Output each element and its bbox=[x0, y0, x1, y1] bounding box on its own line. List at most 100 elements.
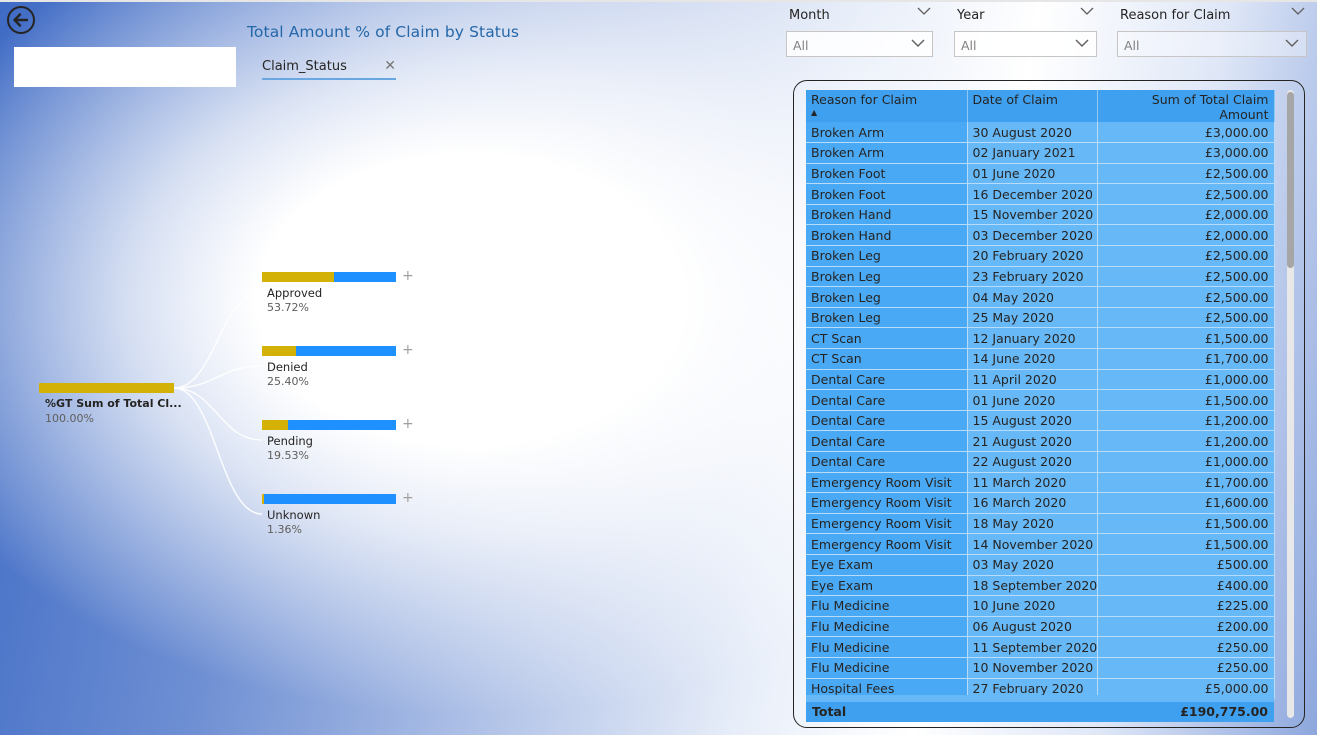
node-percentage: 19.53% bbox=[267, 449, 309, 462]
table-row[interactable]: Emergency Room Visit 18 May 2020 £1,500.00 bbox=[806, 513, 1275, 535]
table-row[interactable]: Broken Leg 23 February 2020 £2,500.00 bbox=[806, 266, 1275, 288]
cell-date: 16 December 2020 bbox=[967, 183, 1098, 205]
node-bar-fill bbox=[262, 420, 289, 430]
cell-date: 20 February 2020 bbox=[967, 245, 1098, 267]
cell-date: 18 May 2020 bbox=[967, 513, 1098, 535]
cell-reason: Flu Medicine bbox=[806, 636, 968, 658]
scrollbar-thumb[interactable] bbox=[1287, 92, 1294, 268]
chevron-down-icon bbox=[910, 35, 926, 55]
cell-amount: £2,000.00 bbox=[1097, 204, 1275, 226]
cell-date: 18 September 2020 bbox=[967, 575, 1098, 597]
table-row[interactable]: Eye Exam 18 September 2020 £400.00 bbox=[806, 575, 1275, 597]
table-row[interactable]: Flu Medicine 10 November 2020 £250.00 bbox=[806, 657, 1275, 679]
cell-reason: Emergency Room Visit bbox=[806, 533, 968, 555]
cell-reason: Broken Foot bbox=[806, 183, 968, 205]
root-label: %GT Sum of Total Cl... bbox=[45, 397, 182, 410]
node-bar-2[interactable] bbox=[262, 420, 396, 430]
plus-icon[interactable]: + bbox=[402, 268, 414, 284]
month-dropdown[interactable]: All bbox=[786, 31, 933, 57]
node-bar-1[interactable] bbox=[262, 346, 396, 356]
table-row[interactable]: Broken Arm 02 January 2021 £3,000.00 bbox=[806, 142, 1275, 164]
table-row[interactable]: CT Scan 12 January 2020 £1,500.00 bbox=[806, 327, 1275, 350]
table-row[interactable]: Broken Leg 20 February 2020 £2,500.00 bbox=[806, 245, 1275, 267]
year-dropdown[interactable]: All bbox=[954, 31, 1097, 57]
table-row[interactable]: Dental Care 11 April 2020 £1,000.00 bbox=[806, 369, 1275, 391]
table-row[interactable]: Broken Arm 30 August 2020 £3,000.00 bbox=[806, 122, 1275, 144]
node-percentage: 53.72% bbox=[267, 301, 309, 314]
node-label: Approved bbox=[267, 286, 323, 300]
table-row[interactable]: Eye Exam 03 May 2020 £500.00 bbox=[806, 554, 1275, 576]
table-row[interactable]: Broken Foot 01 June 2020 £2,500.00 bbox=[806, 163, 1275, 185]
cell-reason: Broken Arm bbox=[806, 122, 968, 144]
table-row[interactable]: Dental Care 21 August 2020 £1,200.00 bbox=[806, 430, 1275, 452]
node-bar-0[interactable] bbox=[262, 272, 396, 282]
cell-date: 11 April 2020 bbox=[967, 369, 1098, 391]
cell-reason: Flu Medicine bbox=[806, 595, 968, 617]
table-row[interactable]: Dental Care 22 August 2020 £1,000.00 bbox=[806, 451, 1275, 473]
chevron-down-icon[interactable] bbox=[1080, 6, 1094, 19]
cell-amount: £3,000.00 bbox=[1097, 142, 1275, 164]
table-row[interactable]: Broken Leg 25 May 2020 £2,500.00 bbox=[806, 307, 1275, 329]
reason-dropdown[interactable]: All bbox=[1117, 31, 1307, 57]
table-row[interactable]: Emergency Room Visit 16 March 2020 £1,600.… bbox=[806, 492, 1275, 514]
column-header-date[interactable]: Date of Claim bbox=[967, 90, 1098, 122]
cell-date: 01 June 2020 bbox=[967, 389, 1098, 411]
cell-amount: £3,000.00 bbox=[1097, 122, 1275, 144]
cell-date: 25 May 2020 bbox=[967, 307, 1098, 329]
column-header-reason[interactable]: Reason for Claim bbox=[806, 90, 968, 122]
cell-date: 01 June 2020 bbox=[967, 163, 1098, 185]
cell-date: 16 March 2020 bbox=[967, 492, 1098, 514]
cell-amount: £1,700.00 bbox=[1097, 472, 1275, 494]
cell-amount: £1,500.00 bbox=[1097, 389, 1275, 411]
cell-date: 14 June 2020 bbox=[967, 348, 1098, 370]
month-slicer-label: Month bbox=[789, 8, 830, 23]
chevron-down-icon[interactable] bbox=[1291, 6, 1305, 19]
plus-icon[interactable]: + bbox=[402, 416, 414, 432]
sort-ascending-icon: ▲ bbox=[811, 108, 818, 117]
cell-reason: Broken Leg bbox=[806, 266, 968, 288]
plus-icon[interactable]: + bbox=[402, 342, 414, 358]
cell-date: 04 May 2020 bbox=[967, 286, 1098, 308]
cell-amount: £1,500.00 bbox=[1097, 327, 1275, 350]
table-row[interactable]: Flu Medicine 10 June 2020 £225.00 bbox=[806, 595, 1275, 617]
table-row[interactable]: CT Scan 14 June 2020 £1,700.00 bbox=[806, 348, 1275, 370]
table-row[interactable]: Broken Leg 04 May 2020 £2,500.00 bbox=[806, 286, 1275, 308]
table-row[interactable]: Flu Medicine 06 August 2020 £200.00 bbox=[806, 616, 1275, 638]
table-row[interactable]: Dental Care 01 June 2020 £1,500.00 bbox=[806, 389, 1275, 411]
node-label: Unknown bbox=[267, 508, 321, 522]
cell-date: 15 November 2020 bbox=[967, 204, 1098, 226]
reason-dropdown-value: All bbox=[1124, 38, 1140, 53]
table-row[interactable]: Broken Hand 03 December 2020 £2,000.00 bbox=[806, 224, 1275, 247]
year-dropdown-value: All bbox=[961, 38, 977, 53]
cell-reason: Eye Exam bbox=[806, 575, 968, 597]
table-row[interactable]: Flu Medicine 11 September 2020 £250.00 bbox=[806, 636, 1275, 658]
cell-reason: Flu Medicine bbox=[806, 616, 968, 638]
table-row[interactable]: Broken Foot 16 December 2020 £2,500.00 bbox=[806, 183, 1275, 205]
node-bar-3[interactable] bbox=[262, 494, 396, 504]
cell-date: 11 March 2020 bbox=[967, 472, 1098, 494]
chevron-down-icon bbox=[1074, 35, 1090, 55]
chevron-down-icon[interactable] bbox=[917, 6, 931, 19]
root-bar[interactable] bbox=[39, 383, 174, 393]
table-row[interactable]: Dental Care 15 August 2020 £1,200.00 bbox=[806, 410, 1275, 432]
node-bar-fill bbox=[262, 494, 264, 504]
cell-reason: Dental Care bbox=[806, 430, 968, 452]
table-row[interactable]: Emergency Room Visit 11 March 2020 £1,700.… bbox=[806, 472, 1275, 494]
cell-reason: Emergency Room Visit bbox=[806, 513, 968, 535]
cell-amount: £250.00 bbox=[1097, 657, 1275, 679]
cell-date: 06 August 2020 bbox=[967, 616, 1098, 638]
plus-icon[interactable]: + bbox=[402, 490, 414, 506]
cell-date: 22 August 2020 bbox=[967, 451, 1098, 473]
cell-amount: £2,500.00 bbox=[1097, 266, 1275, 288]
node-bar-fill bbox=[262, 272, 334, 282]
cell-amount: £2,000.00 bbox=[1097, 224, 1275, 247]
table-row[interactable]: Emergency Room Visit 14 November 2020 £1,5… bbox=[806, 533, 1275, 555]
column-header-amount[interactable]: Sum of Total Claim Amount bbox=[1097, 90, 1275, 122]
cell-date: 30 August 2020 bbox=[967, 122, 1098, 144]
cell-date: 12 January 2020 bbox=[967, 327, 1098, 350]
table-header-row: Reason for Claim Date of Claim Sum of To… bbox=[806, 90, 1275, 122]
cell-reason: Emergency Room Visit bbox=[806, 492, 968, 514]
cell-amount: £250.00 bbox=[1097, 636, 1275, 658]
cell-reason: Dental Care bbox=[806, 410, 968, 432]
table-row[interactable]: Broken Hand 15 November 2020 £2,000.00 bbox=[806, 204, 1275, 226]
